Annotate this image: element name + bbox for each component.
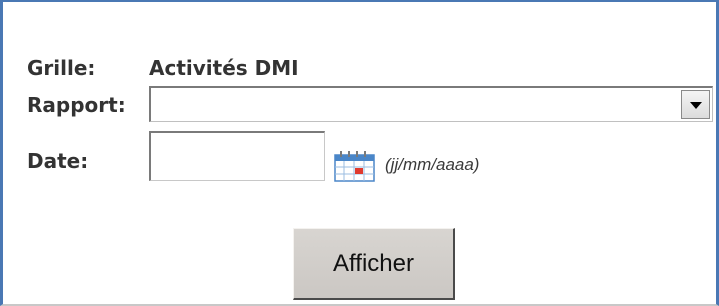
report-label: Rapport: <box>27 93 126 117</box>
date-label: Date: <box>27 149 89 173</box>
report-select[interactable] <box>149 86 713 122</box>
form-panel: Grille: Activités DMI Rapport: Date: (jj… <box>0 0 719 306</box>
afficher-button[interactable]: Afficher <box>293 228 455 300</box>
calendar-icon[interactable] <box>334 150 376 182</box>
date-format-hint: (jj/mm/aaaa) <box>385 155 480 174</box>
grid-label: Grille: <box>27 56 96 80</box>
date-input[interactable] <box>149 131 325 181</box>
chevron-down-icon <box>690 102 702 109</box>
report-dropdown-button[interactable] <box>681 90 710 119</box>
grid-value: Activités DMI <box>149 56 299 80</box>
